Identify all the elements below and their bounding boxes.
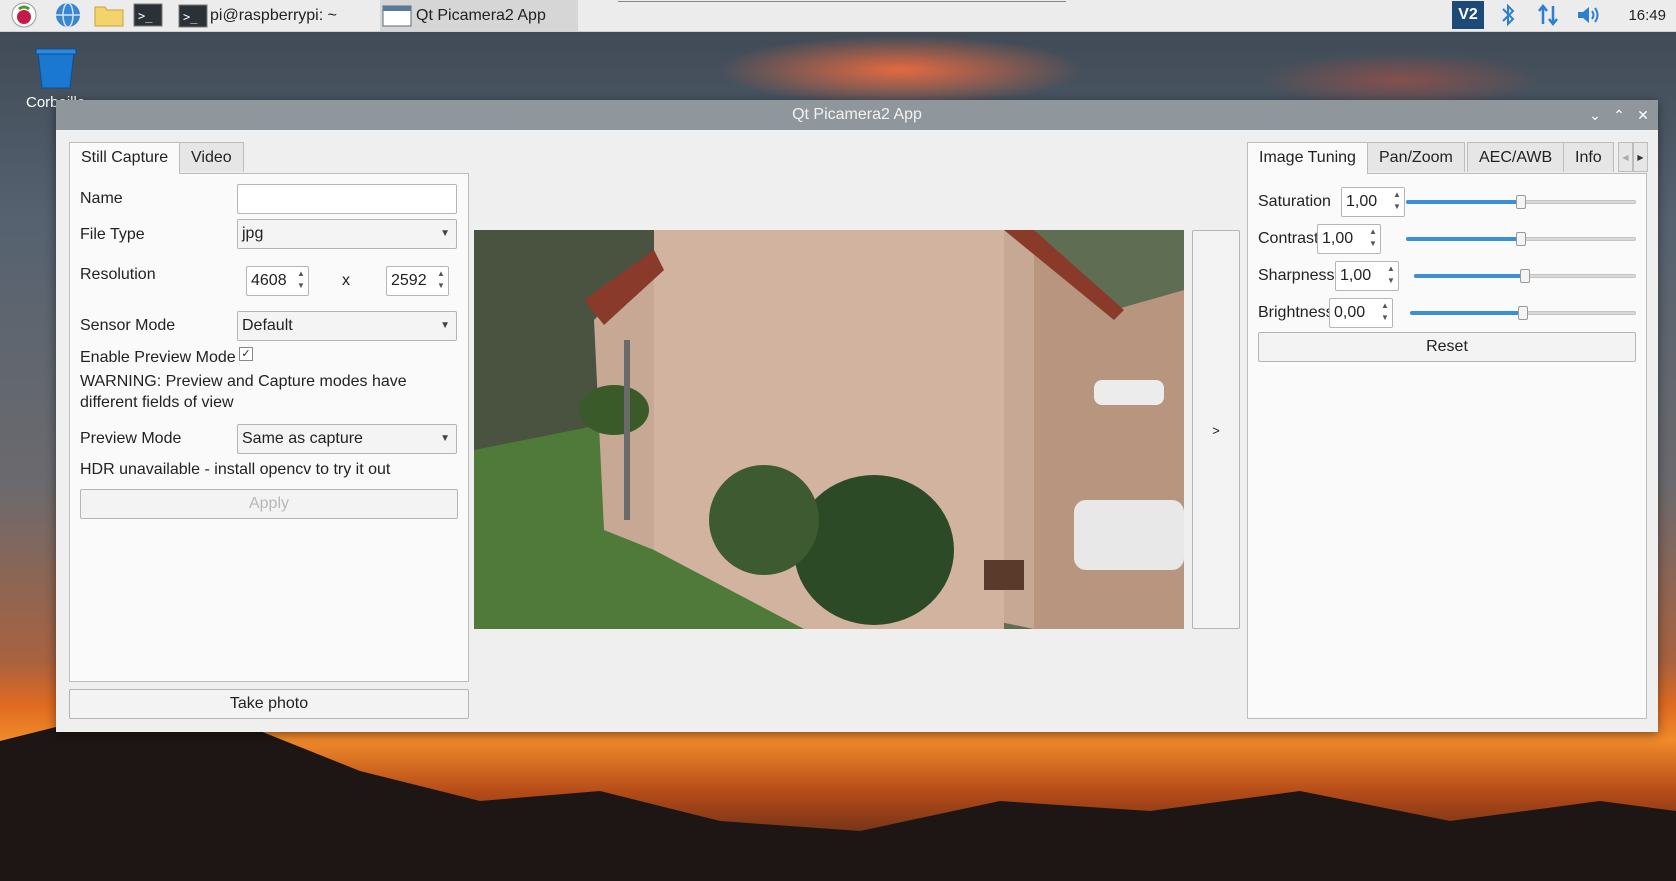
bluetooth-icon[interactable] bbox=[1496, 1, 1520, 29]
spin-arrows-icon[interactable]: ▲ ▼ bbox=[1367, 226, 1379, 250]
tab-pan-zoom[interactable]: Pan/Zoom bbox=[1367, 142, 1465, 172]
take-photo-button[interactable]: Take photo bbox=[69, 689, 469, 719]
close-icon[interactable]: ✕ bbox=[1636, 100, 1650, 130]
name-label: Name bbox=[80, 190, 123, 207]
volume-icon[interactable] bbox=[1574, 1, 1604, 29]
reset-button[interactable]: Reset bbox=[1258, 332, 1636, 362]
brightness-slider-handle[interactable] bbox=[1518, 306, 1528, 320]
sharpness-slider-fill bbox=[1414, 274, 1525, 278]
file-type-select[interactable]: jpg ▼ bbox=[237, 219, 457, 249]
resolution-width-value: 4608 bbox=[251, 272, 287, 289]
saturation-slider-handle[interactable] bbox=[1516, 195, 1526, 209]
resolution-label: Resolution bbox=[80, 266, 156, 283]
brightness-spinbox[interactable]: 0,00 ▲ ▼ bbox=[1329, 298, 1393, 328]
saturation-value: 1,00 bbox=[1346, 193, 1378, 210]
toggle-panel-button[interactable]: > bbox=[1192, 230, 1240, 629]
chevron-down-icon: ▼ bbox=[440, 320, 450, 331]
contrast-slider[interactable] bbox=[1406, 229, 1636, 249]
saturation-spinbox[interactable]: 1,00 ▲ ▼ bbox=[1341, 187, 1405, 217]
chevron-down-icon: ▼ bbox=[440, 228, 450, 239]
camera-preview bbox=[474, 230, 1184, 629]
apply-button[interactable]: Apply bbox=[80, 489, 458, 519]
spin-arrows-icon[interactable]: ▲ ▼ bbox=[435, 268, 447, 292]
still-capture-panel: Name File Type jpg ▼ Resolution 4608 ▲ ▼ … bbox=[69, 173, 469, 682]
image-tuning-panel: Saturation 1,00 ▲ ▼ Contrast 1,00 ▲ ▼ Sharpness 1… bbox=[1247, 173, 1647, 719]
saturation-label: Saturation bbox=[1258, 193, 1331, 210]
contrast-value: 1,00 bbox=[1322, 230, 1354, 247]
tab-scroll-right-icon[interactable]: ▶ bbox=[1633, 142, 1648, 172]
brightness-slider-fill bbox=[1410, 311, 1523, 315]
vnc-icon[interactable]: V2 bbox=[1452, 1, 1484, 29]
taskbar-task-app-label: Qt Picamera2 App bbox=[416, 6, 546, 24]
file-type-label: File Type bbox=[80, 226, 145, 243]
window-titlebar[interactable]: Qt Picamera2 App ⌄ ⌃ ✕ bbox=[56, 100, 1658, 130]
tab-info[interactable]: Info bbox=[1563, 142, 1614, 172]
enable-preview-label: Enable Preview Mode bbox=[80, 349, 236, 366]
sharpness-slider-handle[interactable] bbox=[1520, 269, 1530, 283]
enable-preview-checkbox[interactable]: ✓ bbox=[239, 347, 253, 361]
sharpness-spinbox[interactable]: 1,00 ▲ ▼ bbox=[1335, 261, 1399, 291]
sensor-mode-value: Default bbox=[242, 317, 293, 334]
sensor-mode-label: Sensor Mode bbox=[80, 317, 176, 334]
chevron-down-icon: ▼ bbox=[440, 433, 450, 444]
browser-globe-icon[interactable] bbox=[52, 1, 84, 29]
taskbar-task-terminal-label: pi@raspberrypi: ~ bbox=[210, 6, 337, 24]
svg-text:>_: >_ bbox=[183, 10, 198, 24]
maximize-icon[interactable]: ⌃ bbox=[1612, 100, 1626, 130]
spin-arrows-icon[interactable]: ▲ ▼ bbox=[1385, 263, 1397, 287]
contrast-spinbox[interactable]: 1,00 ▲ ▼ bbox=[1317, 224, 1381, 254]
brightness-value: 0,00 bbox=[1334, 304, 1366, 321]
sharpness-value: 1,00 bbox=[1340, 267, 1372, 284]
network-updown-icon[interactable] bbox=[1534, 1, 1562, 29]
saturation-slider[interactable] bbox=[1406, 192, 1636, 212]
file-manager-folder-icon[interactable] bbox=[92, 1, 126, 29]
contrast-slider-fill bbox=[1406, 237, 1521, 241]
minimize-icon[interactable]: ⌄ bbox=[1588, 100, 1602, 130]
preview-mode-select[interactable]: Same as capture ▼ bbox=[237, 424, 457, 454]
contrast-label: Contrast bbox=[1258, 230, 1319, 247]
app-window-icon bbox=[382, 5, 412, 26]
brightness-slider[interactable] bbox=[1410, 303, 1636, 323]
preview-mode-value: Same as capture bbox=[242, 430, 363, 447]
resolution-width-spinbox[interactable]: 4608 ▲ ▼ bbox=[246, 266, 309, 296]
resolution-height-value: 2592 bbox=[391, 272, 427, 289]
taskbar-task-app[interactable]: Qt Picamera2 App bbox=[380, 0, 578, 31]
name-input[interactable] bbox=[237, 184, 457, 214]
tab-scroll-left-icon[interactable]: ◀ bbox=[1618, 142, 1633, 172]
svg-text:>_: >_ bbox=[138, 9, 153, 23]
preview-warning-text: WARNING: Preview and Capture modes have … bbox=[80, 373, 407, 411]
trash-icon[interactable] bbox=[30, 46, 82, 95]
taskbar: >_ >_ pi@raspberrypi: ~ Qt Picamera2 App… bbox=[0, 0, 1676, 32]
spin-arrows-icon[interactable]: ▲ ▼ bbox=[295, 268, 307, 292]
sharpness-label: Sharpness bbox=[1258, 267, 1335, 284]
taskbar-divider bbox=[618, 0, 1066, 2]
brightness-label: Brightness bbox=[1258, 304, 1334, 321]
sensor-mode-select[interactable]: Default ▼ bbox=[237, 311, 457, 341]
raspberry-menu-icon[interactable] bbox=[8, 1, 40, 29]
saturation-slider-fill bbox=[1406, 200, 1521, 204]
camera-preview-image bbox=[474, 230, 1184, 629]
window-title: Qt Picamera2 App bbox=[792, 106, 922, 123]
sharpness-slider[interactable] bbox=[1414, 266, 1636, 286]
resolution-height-spinbox[interactable]: 2592 ▲ ▼ bbox=[386, 266, 449, 296]
terminal-icon: >_ bbox=[178, 4, 208, 27]
spin-arrows-icon[interactable]: ▲ ▼ bbox=[1379, 300, 1391, 324]
tab-video[interactable]: Video bbox=[179, 142, 244, 172]
contrast-slider-handle[interactable] bbox=[1516, 232, 1526, 246]
clock: 16:49 bbox=[1628, 7, 1666, 24]
tab-image-tuning[interactable]: Image Tuning bbox=[1247, 142, 1368, 174]
hdr-note: HDR unavailable - install opencv to try … bbox=[80, 461, 391, 478]
file-type-value: jpg bbox=[242, 225, 264, 242]
terminal-launcher-icon[interactable]: >_ bbox=[132, 1, 164, 29]
taskbar-task-terminal[interactable]: >_ pi@raspberrypi: ~ bbox=[178, 0, 368, 31]
spin-arrows-icon[interactable]: ▲ ▼ bbox=[1391, 189, 1403, 213]
app-window: Qt Picamera2 App ⌄ ⌃ ✕ Still Capture Vid… bbox=[56, 100, 1658, 732]
resolution-x-label: x bbox=[342, 272, 350, 289]
preview-mode-label: Preview Mode bbox=[80, 430, 182, 447]
tab-aec-awb[interactable]: AEC/AWB bbox=[1467, 142, 1565, 172]
tab-still-capture[interactable]: Still Capture bbox=[69, 142, 181, 174]
